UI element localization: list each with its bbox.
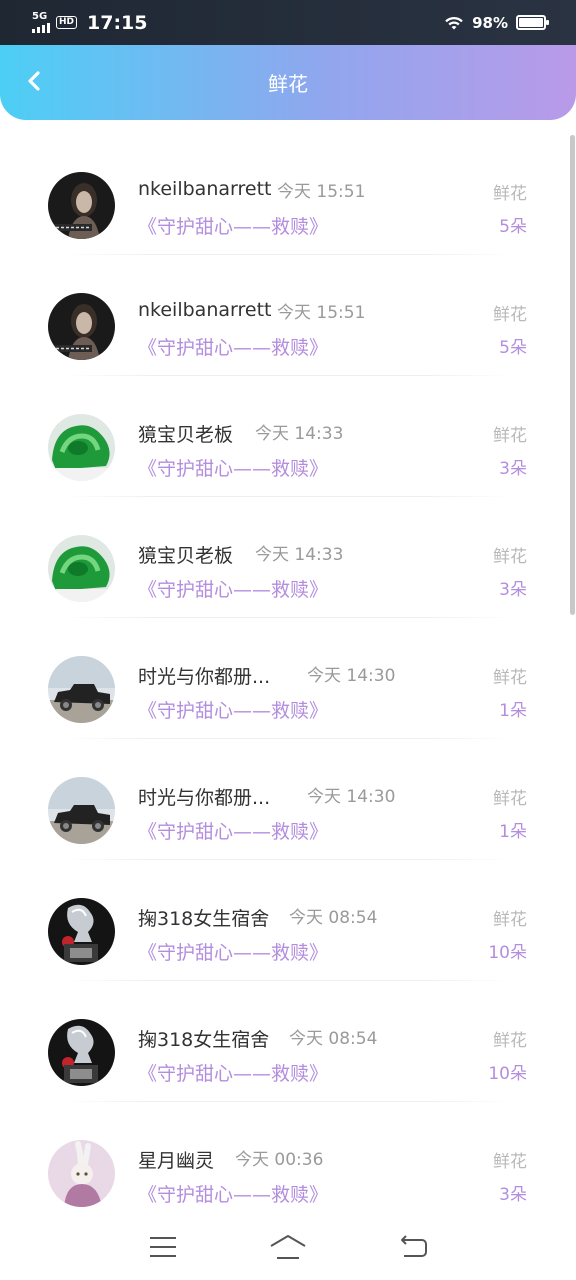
network-type: 5G xyxy=(32,11,48,22)
system-nav-bar xyxy=(0,1214,576,1280)
gift-count: 3朵 xyxy=(499,1185,527,1205)
vintage-car-avatar[interactable] xyxy=(48,656,115,723)
list-item[interactable]: 时光与你都册... 今天 14:30 《守护甜心——救赎》 鲜花 1朵 xyxy=(0,739,576,860)
timestamp: 今天 15:51 xyxy=(277,182,366,202)
battery-icon xyxy=(516,15,549,30)
book-title[interactable]: 《守护甜心——救赎》 xyxy=(138,938,328,965)
wifi-icon xyxy=(445,16,463,29)
book-title[interactable]: 《守护甜心——救赎》 xyxy=(138,1059,328,1086)
gift-count: 10朵 xyxy=(488,943,527,963)
crystal-figure-avatar[interactable] xyxy=(48,1019,115,1086)
scrollbar[interactable] xyxy=(570,135,575,615)
menu-icon xyxy=(149,1237,176,1257)
status-right: 98% xyxy=(444,13,549,32)
vintage-car-avatar[interactable] xyxy=(48,777,115,844)
status-bar: 5G HD 17:15 98% xyxy=(0,0,576,45)
gift-type: 鲜花 xyxy=(493,1152,527,1172)
user-name[interactable]: 掬318女生宿舍 xyxy=(138,904,269,931)
gift-type: 鲜花 xyxy=(493,1031,527,1051)
list-item[interactable]: 獍宝贝老板 今天 14:33 《守护甜心——救赎》 鲜花 3朵 xyxy=(0,376,576,497)
home-icon xyxy=(270,1235,306,1259)
timestamp: 今天 15:51 xyxy=(277,303,366,323)
timestamp: 今天 00:36 xyxy=(235,1150,324,1170)
list-item[interactable]: 掬318女生宿舍 今天 08:54 《守护甜心——救赎》 鲜花 10朵 xyxy=(0,860,576,981)
book-title[interactable]: 《守护甜心——救赎》 xyxy=(138,333,328,360)
anime-figure-avatar[interactable] xyxy=(48,1140,115,1207)
back-icon xyxy=(401,1235,428,1257)
gift-type: 鲜花 xyxy=(493,789,527,809)
header-bar: 鲜花 xyxy=(0,45,576,120)
list-item[interactable]: 掬318女生宿舍 今天 08:54 《守护甜心——救赎》 鲜花 10朵 xyxy=(0,981,576,1102)
gift-type: 鲜花 xyxy=(493,184,527,204)
status-left: 5G HD 17:15 xyxy=(32,12,148,34)
green-jade-avatar[interactable] xyxy=(48,535,115,602)
gift-type: 鲜花 xyxy=(493,547,527,567)
book-title[interactable]: 《守护甜心——救赎》 xyxy=(138,696,328,723)
green-jade-avatar[interactable] xyxy=(48,414,115,481)
gift-count: 10朵 xyxy=(488,1064,527,1084)
gift-count: 5朵 xyxy=(499,338,527,358)
back-button[interactable] xyxy=(14,61,54,101)
chevron-left-icon xyxy=(28,71,40,91)
list-item[interactable]: 时光与你都册... 今天 14:30 《守护甜心——救赎》 鲜花 1朵 xyxy=(0,618,576,739)
book-title[interactable]: 《守护甜心——救赎》 xyxy=(138,575,328,602)
user-name[interactable]: 掬318女生宿舍 xyxy=(138,1025,269,1052)
timestamp: 今天 14:30 xyxy=(307,666,396,686)
timestamp: 今天 14:33 xyxy=(255,424,344,444)
user-name[interactable]: 星月幽灵 xyxy=(138,1146,214,1173)
gift-count: 3朵 xyxy=(499,580,527,600)
timestamp: 今天 08:54 xyxy=(289,908,378,928)
book-title[interactable]: 《守护甜心——救赎》 xyxy=(138,454,328,481)
nav-back-button[interactable] xyxy=(383,1222,443,1272)
book-title[interactable]: 《守护甜心——救赎》 xyxy=(138,212,328,239)
user-name[interactable]: nkeilbanarrett xyxy=(138,299,271,321)
user-name[interactable]: 时光与你都册... xyxy=(138,662,270,689)
gift-type: 鲜花 xyxy=(493,668,527,688)
book-title[interactable]: 《守护甜心——救赎》 xyxy=(138,817,328,844)
gift-count: 3朵 xyxy=(499,459,527,479)
list-item[interactable]: nkeilbanarrett 今天 15:51 《守护甜心——救赎》 鲜花 5朵 xyxy=(0,134,576,255)
user-name[interactable]: nkeilbanarrett xyxy=(138,178,271,200)
user-name[interactable]: 獍宝贝老板 xyxy=(138,541,233,568)
timestamp: 今天 14:33 xyxy=(255,545,344,565)
menu-button[interactable] xyxy=(133,1222,193,1272)
list-item[interactable]: nkeilbanarrett 今天 15:51 《守护甜心——救赎》 鲜花 5朵 xyxy=(0,255,576,376)
book-title[interactable]: 《守护甜心——救赎》 xyxy=(138,1180,328,1207)
hd-badge: HD xyxy=(56,16,78,29)
clock: 17:15 xyxy=(87,11,148,34)
woman-portrait-avatar[interactable] xyxy=(48,172,115,239)
battery-percent: 98% xyxy=(472,13,508,32)
gift-count: 1朵 xyxy=(499,822,527,842)
timestamp: 今天 14:30 xyxy=(307,787,396,807)
gift-type: 鲜花 xyxy=(493,305,527,325)
page-title: 鲜花 xyxy=(268,72,308,96)
timestamp: 今天 08:54 xyxy=(289,1029,378,1049)
crystal-figure-avatar[interactable] xyxy=(48,898,115,965)
woman-portrait-avatar[interactable] xyxy=(48,293,115,360)
user-name[interactable]: 獍宝贝老板 xyxy=(138,420,233,447)
gift-type: 鲜花 xyxy=(493,910,527,930)
gift-count: 5朵 xyxy=(499,217,527,237)
home-button[interactable] xyxy=(258,1222,318,1272)
gift-list[interactable]: nkeilbanarrett 今天 15:51 《守护甜心——救赎》 鲜花 5朵 nkei… xyxy=(0,134,576,1214)
gift-type: 鲜花 xyxy=(493,426,527,446)
signal-icon: 5G xyxy=(32,12,50,33)
list-item[interactable]: 星月幽灵 今天 00:36 《守护甜心——救赎》 鲜花 3朵 xyxy=(0,1102,576,1214)
user-name[interactable]: 时光与你都册... xyxy=(138,783,270,810)
list-item[interactable]: 獍宝贝老板 今天 14:33 《守护甜心——救赎》 鲜花 3朵 xyxy=(0,497,576,618)
gift-count: 1朵 xyxy=(499,701,527,721)
